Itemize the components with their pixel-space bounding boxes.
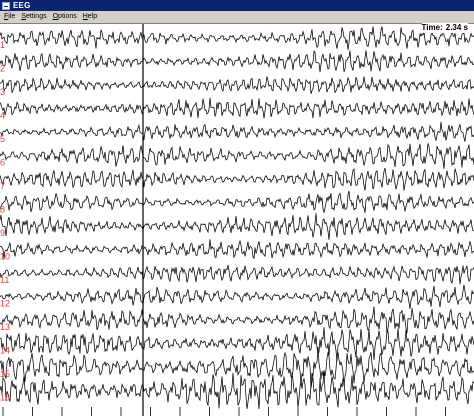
eeg-trace-channel-8 bbox=[0, 190, 474, 213]
channel-label: 4 bbox=[0, 111, 5, 121]
menu-bar: File Settings Options Help bbox=[0, 11, 474, 24]
eeg-trace-channel-9 bbox=[0, 213, 474, 240]
channel-label: 13 bbox=[0, 322, 10, 332]
time-axis-ticks bbox=[2, 407, 446, 416]
channel-label: 15 bbox=[0, 369, 10, 379]
channel-label: 11 bbox=[0, 275, 9, 285]
eeg-trace-area[interactable]: 12345678910111213141516 bbox=[0, 24, 474, 416]
eeg-traces bbox=[0, 26, 474, 410]
time-label: Time: bbox=[421, 23, 443, 32]
menu-file[interactable]: File bbox=[0, 11, 18, 23]
channel-label: 9 bbox=[0, 228, 5, 238]
eeg-trace-channel-5 bbox=[0, 121, 474, 142]
menu-help[interactable]: Help bbox=[80, 11, 100, 23]
channel-label: 12 bbox=[0, 299, 10, 309]
channel-label: 16 bbox=[0, 393, 10, 403]
menu-file-rest: ile bbox=[8, 13, 16, 20]
menu-settings-rest: ettings bbox=[25, 13, 47, 20]
channel-label: 1 bbox=[0, 40, 5, 50]
eeg-trace-channel-15 bbox=[0, 346, 474, 389]
eeg-trace-channel-14 bbox=[0, 327, 474, 362]
time-value: 2.34 s bbox=[445, 23, 468, 32]
channel-label: 8 bbox=[0, 205, 5, 215]
menu-options-rest: ptions bbox=[58, 13, 77, 20]
eeg-trace-channel-2 bbox=[0, 50, 474, 73]
window-title: EEG bbox=[13, 1, 31, 10]
menu-options[interactable]: Options bbox=[50, 11, 80, 23]
eeg-trace-channel-11 bbox=[0, 264, 474, 285]
app-icon bbox=[2, 1, 10, 10]
time-readout: Time: 2.34 s bbox=[421, 23, 468, 33]
menu-settings[interactable]: Settings bbox=[18, 11, 49, 23]
eeg-window: EEG File Settings Options Help 123456789… bbox=[0, 0, 474, 416]
eeg-trace-channel-6 bbox=[0, 143, 474, 169]
eeg-trace-channel-4 bbox=[0, 97, 474, 119]
channel-label: 14 bbox=[0, 346, 10, 356]
channel-label: 10 bbox=[0, 252, 10, 262]
channel-label: 2 bbox=[0, 64, 5, 74]
eeg-trace-channel-12 bbox=[0, 284, 474, 309]
channel-label: 6 bbox=[0, 158, 5, 168]
channel-label: 5 bbox=[0, 134, 5, 144]
eeg-trace-channel-13 bbox=[0, 306, 474, 334]
channel-label: 3 bbox=[0, 87, 5, 97]
eeg-trace-channel-7 bbox=[0, 167, 474, 191]
menu-help-rest: elp bbox=[87, 13, 98, 20]
eeg-trace-channel-16 bbox=[0, 370, 474, 410]
eeg-trace-channel-10 bbox=[0, 239, 474, 260]
eeg-trace-channel-3 bbox=[0, 76, 474, 95]
title-bar[interactable]: EEG bbox=[0, 0, 474, 11]
eeg-trace-channel-1 bbox=[0, 26, 474, 50]
channel-label: 7 bbox=[0, 181, 5, 191]
